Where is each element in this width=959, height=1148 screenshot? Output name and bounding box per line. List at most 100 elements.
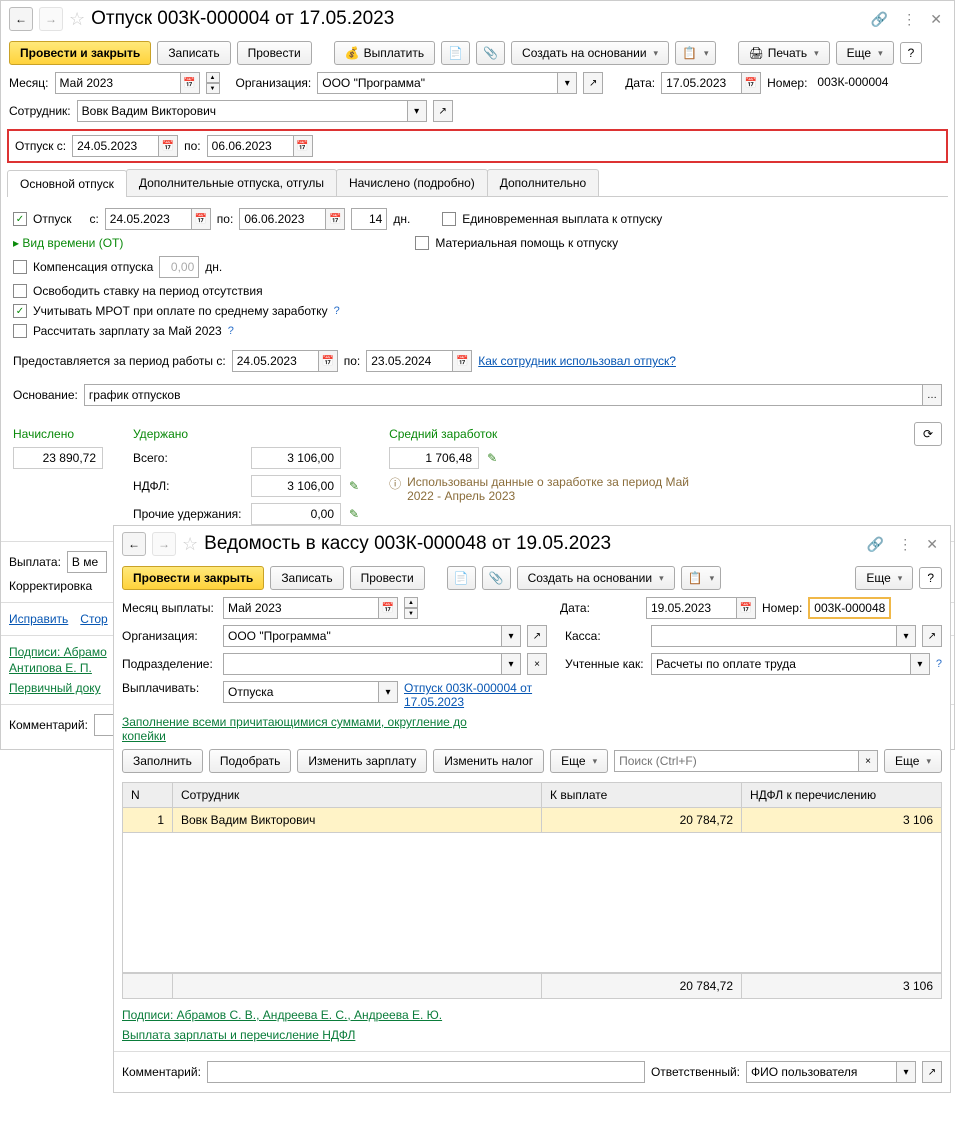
month-input2[interactable]: Май 2023 xyxy=(223,597,378,619)
ml-days-input[interactable]: 14 xyxy=(351,208,387,230)
settings-icon-button[interactable]: 📋 xyxy=(675,41,715,65)
pick-button[interactable]: Подобрать xyxy=(209,749,291,773)
employee-dropdown-button[interactable]: ▾ xyxy=(407,100,427,122)
date-input2[interactable]: 19.05.2023 xyxy=(646,597,736,619)
kassa-dropdown[interactable]: ▾ xyxy=(896,625,916,647)
doc-link[interactable]: Отпуск 003К-000004 от 17.05.2023 xyxy=(404,681,534,709)
month-down[interactable]: ▼ xyxy=(206,83,220,94)
reason-expand-button[interactable]: … xyxy=(922,384,942,406)
change-salary-button[interactable]: Изменить зарплату xyxy=(297,749,427,773)
table-more-button2[interactable]: Еще xyxy=(884,749,942,773)
ndfl-edit-icon[interactable]: ✎ xyxy=(349,479,359,493)
search-input[interactable] xyxy=(614,750,858,772)
acct-help[interactable]: ? xyxy=(936,658,942,670)
period-to-calendar[interactable]: 📅 xyxy=(452,350,472,372)
antipova-link[interactable]: Антипова Е. П. xyxy=(9,661,92,675)
post-button2[interactable]: Провести xyxy=(350,566,425,590)
date-calendar-button[interactable]: 📅 xyxy=(741,72,761,94)
month-up[interactable]: ▲ xyxy=(206,72,220,83)
create-based-button2[interactable]: Создать на основании xyxy=(517,566,675,590)
fill-button[interactable]: Заполнить xyxy=(122,749,203,773)
more-button2[interactable]: Еще xyxy=(855,566,913,590)
close-icon2[interactable]: ✕ xyxy=(922,536,942,553)
month-calendar2[interactable]: 📅 xyxy=(378,597,398,619)
pay-dropdown2[interactable]: ▾ xyxy=(378,681,398,703)
acct-input[interactable]: Расчеты по оплате труда xyxy=(651,653,910,675)
nav-forward-button2[interactable]: → xyxy=(152,532,176,556)
period-from-calendar[interactable]: 📅 xyxy=(318,350,338,372)
primary-doc-link[interactable]: Первичный доку xyxy=(9,681,101,695)
dep-clear[interactable]: × xyxy=(527,653,547,675)
kebab-menu-icon[interactable]: ⋮ xyxy=(898,11,920,28)
comment-input2[interactable] xyxy=(207,1061,645,1083)
save-button[interactable]: Записать xyxy=(157,41,230,65)
help-button2[interactable]: ? xyxy=(919,567,942,589)
tab-additional[interactable]: Дополнительные отпуска, отгулы xyxy=(126,169,337,196)
col-n[interactable]: N xyxy=(123,783,173,808)
link-icon[interactable]: 🔗 xyxy=(867,11,892,28)
cb-material-aid[interactable] xyxy=(415,236,429,250)
leave-to-input[interactable]: 06.06.2023 xyxy=(207,135,293,157)
leave-from-calendar[interactable]: 📅 xyxy=(158,135,178,157)
employee-input[interactable]: Вовк Вадим Викторович xyxy=(77,100,407,122)
mrot-help[interactable]: ? xyxy=(334,305,340,317)
org-dropdown2[interactable]: ▾ xyxy=(501,625,521,647)
more-button[interactable]: Еще xyxy=(836,41,894,65)
table-more-button[interactable]: Еще xyxy=(550,749,608,773)
other-edit-icon[interactable]: ✎ xyxy=(349,507,359,521)
pay-button[interactable]: 💰 Выплатить xyxy=(334,41,435,65)
col-emp[interactable]: Сотрудник xyxy=(173,783,542,808)
col-ndfl[interactable]: НДФЛ к перечислению xyxy=(742,783,942,808)
num-input2[interactable]: 003К-000048 xyxy=(808,597,891,619)
org-input2[interactable]: ООО "Программа" xyxy=(223,625,501,647)
employee-open-button[interactable]: ↗ xyxy=(433,100,453,122)
comp-days-input[interactable]: 0,00 xyxy=(159,256,199,278)
table-row[interactable]: 1 Вовк Вадим Викторович 20 784,72 3 106 xyxy=(123,808,942,833)
resp-dropdown[interactable]: ▾ xyxy=(896,1061,916,1083)
tab-extra[interactable]: Дополнительно xyxy=(487,169,599,196)
avg-edit-icon[interactable]: ✎ xyxy=(487,451,497,465)
fill-settings-link[interactable]: Заполнение всеми причитающимися суммами,… xyxy=(122,715,502,743)
report-icon-button[interactable]: 📄 xyxy=(441,41,470,65)
post-and-close-button[interactable]: Провести и закрыть xyxy=(9,41,151,65)
nav-back-button[interactable]: ← xyxy=(9,7,33,31)
cb-free-rate[interactable] xyxy=(13,284,27,298)
reason-input[interactable]: график отпусков xyxy=(84,384,922,406)
usage-link[interactable]: Как сотрудник использовал отпуск? xyxy=(478,354,676,368)
cb-lump-sum[interactable] xyxy=(442,212,456,226)
col-sum[interactable]: К выплате xyxy=(542,783,742,808)
post-button[interactable]: Провести xyxy=(237,41,312,65)
month-calendar-button[interactable]: 📅 xyxy=(180,72,200,94)
favorite-star-icon2[interactable]: ☆ xyxy=(182,534,198,555)
org-dropdown-button[interactable]: ▾ xyxy=(557,72,577,94)
table-empty-area[interactable] xyxy=(122,833,942,973)
cb-mrot[interactable]: ✓ xyxy=(13,304,27,318)
date-calendar2[interactable]: 📅 xyxy=(736,597,756,619)
cb-recalc[interactable] xyxy=(13,324,27,338)
ml-to-calendar[interactable]: 📅 xyxy=(325,208,345,230)
tab-accrued[interactable]: Начислено (подробно) xyxy=(336,169,488,196)
time-type-link[interactable]: Вид времени (ОТ) xyxy=(13,236,123,250)
signatures-link[interactable]: Подписи: Абрамо xyxy=(9,645,107,659)
favorite-star-icon[interactable]: ☆ xyxy=(69,9,85,30)
org-open2[interactable]: ↗ xyxy=(527,625,547,647)
nav-forward-button[interactable]: → xyxy=(39,7,63,31)
tab-main-leave[interactable]: Основной отпуск xyxy=(7,170,127,197)
month-down2[interactable]: ▼ xyxy=(404,608,418,619)
attachment-icon-button[interactable]: 📎 xyxy=(476,41,505,65)
payroll-link[interactable]: Выплата зарплаты и перечисление НДФЛ xyxy=(122,1028,355,1042)
pay-input2[interactable]: Отпуска xyxy=(223,681,378,703)
print-button[interactable]: 🖨 Печать xyxy=(738,41,830,65)
post-close-button2[interactable]: Провести и закрыть xyxy=(122,566,264,590)
help-button[interactable]: ? xyxy=(900,42,923,64)
date-input[interactable]: 17.05.2023 xyxy=(661,72,741,94)
cb-leave[interactable]: ✓ xyxy=(13,212,27,226)
kebab-menu-icon2[interactable]: ⋮ xyxy=(894,536,916,553)
storno-link[interactable]: Стор xyxy=(80,612,107,626)
link-icon2[interactable]: 🔗 xyxy=(863,536,888,553)
dep-dropdown[interactable]: ▾ xyxy=(501,653,521,675)
acct-dropdown[interactable]: ▾ xyxy=(910,653,930,675)
signatures-link2[interactable]: Подписи: Абрамов С. В., Андреева Е. С., … xyxy=(122,1008,442,1022)
settings-button2[interactable]: 📋 xyxy=(681,566,721,590)
cb-compensation[interactable] xyxy=(13,260,27,274)
